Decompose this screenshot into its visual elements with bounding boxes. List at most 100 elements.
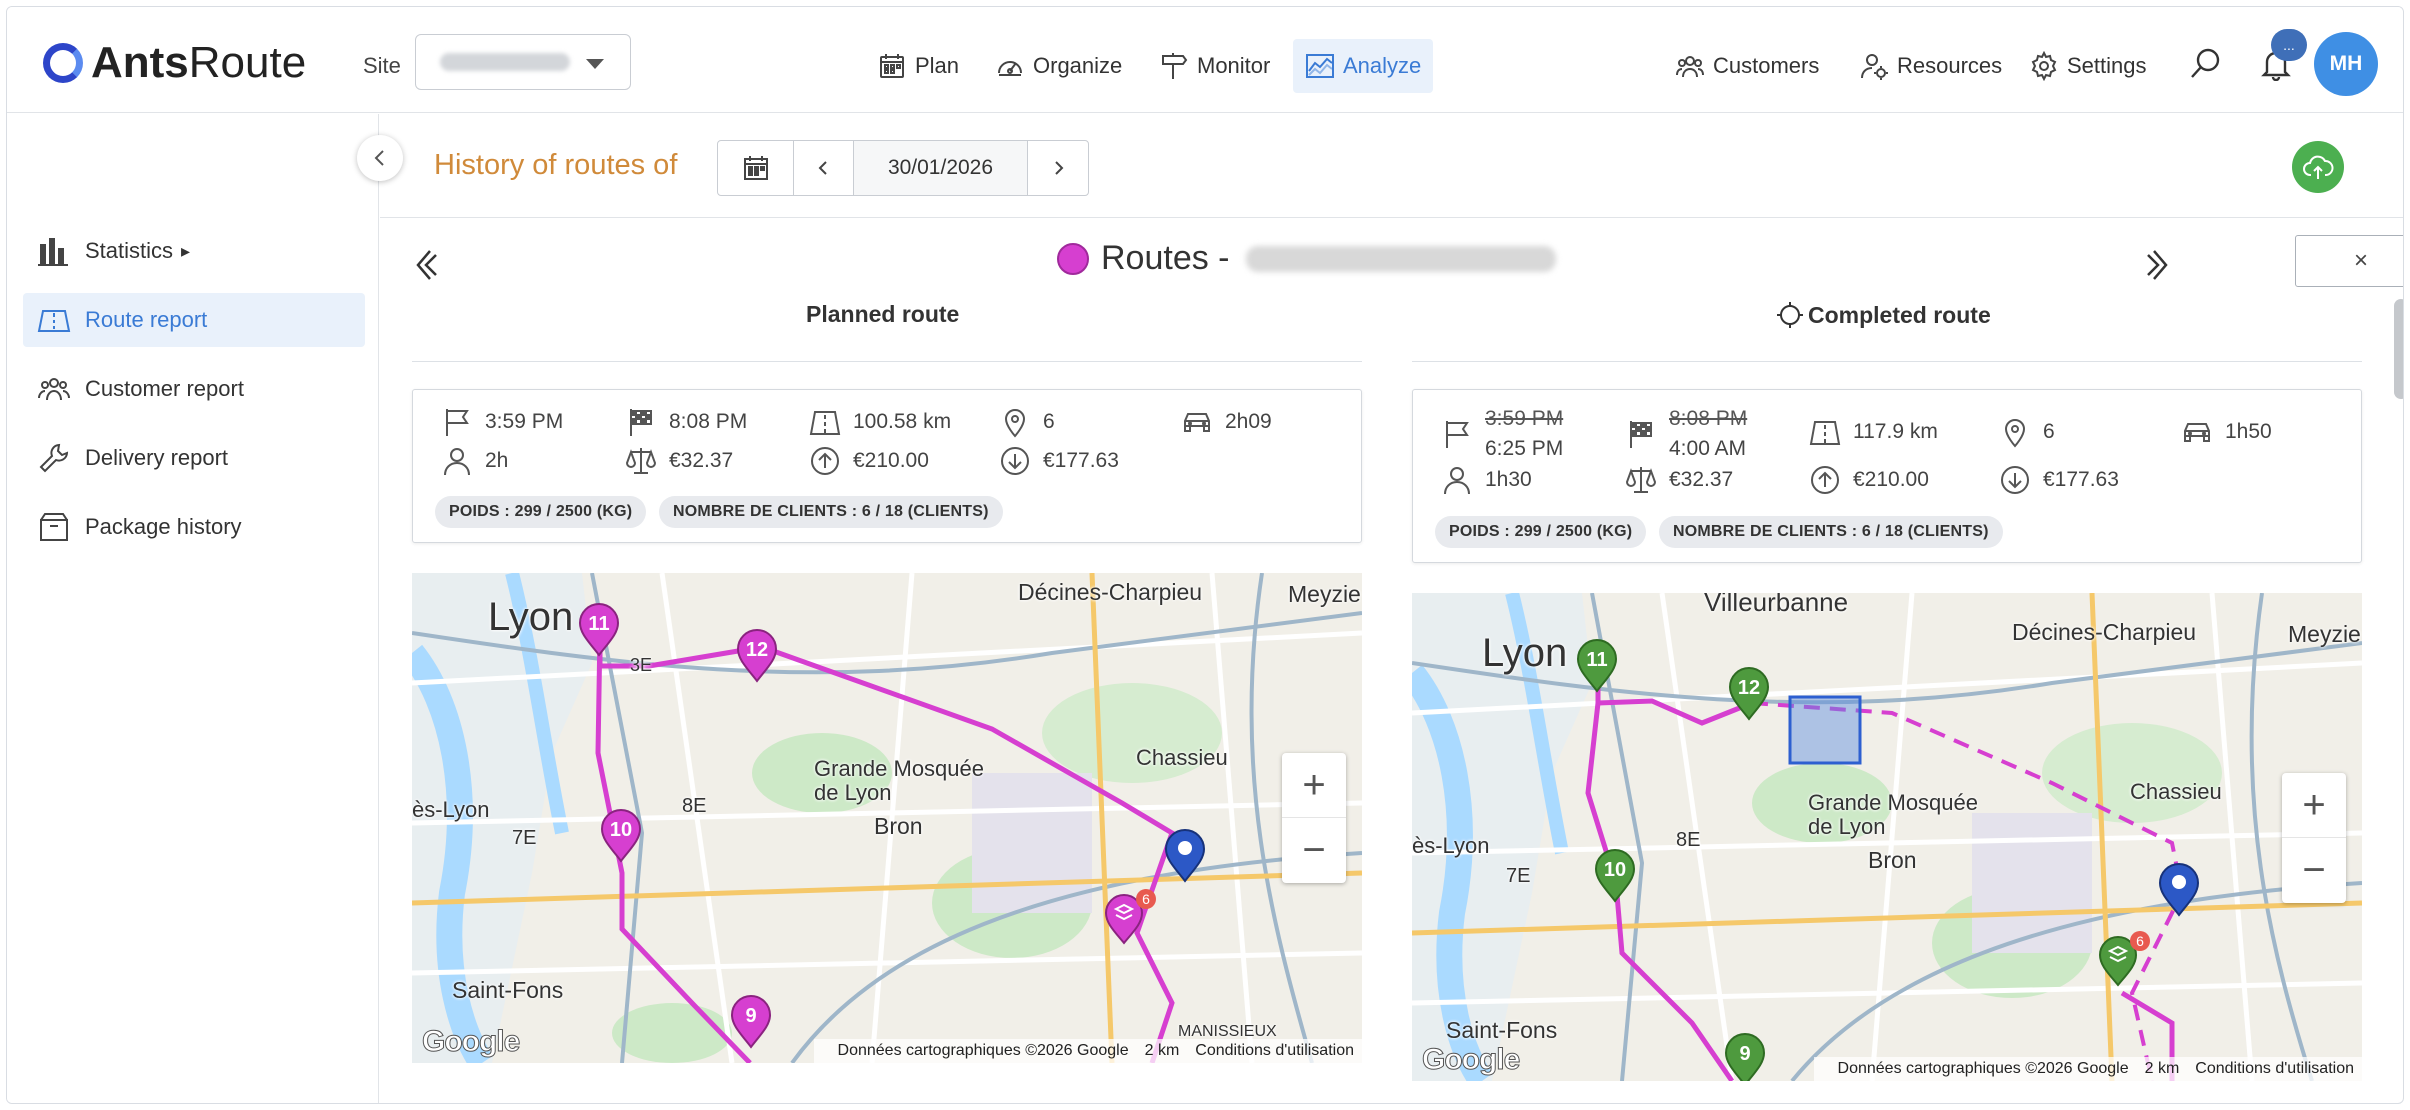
- nav-plan[interactable]: Plan: [865, 39, 971, 93]
- nav-monitor[interactable]: Monitor: [1147, 39, 1282, 93]
- cluster-marker-icon[interactable]: 6: [1104, 887, 1158, 947]
- route-stop-marker[interactable]: 10: [600, 809, 642, 863]
- site-select[interactable]: [415, 34, 631, 90]
- user-avatar[interactable]: MH: [2314, 32, 2378, 96]
- map-label-8e: 8E: [1676, 829, 1701, 851]
- completed-stops: 6: [2043, 420, 2055, 443]
- planned-distance: 100.58 km: [853, 410, 952, 433]
- completed-stops-stat: 6: [1999, 416, 2055, 448]
- map-terms-link[interactable]: Conditions d'utilisation: [1195, 1042, 1354, 1060]
- map-label-meyzieu: Meyzie: [1288, 581, 1361, 607]
- zoom-out-button[interactable]: −: [1282, 818, 1346, 883]
- stop-number: 9: [745, 1005, 756, 1027]
- completed-divider: [1412, 361, 2362, 362]
- driver-icon: [1444, 467, 1470, 495]
- next-day-button[interactable]: [1028, 141, 1088, 195]
- nav-organize[interactable]: Organize: [983, 39, 1134, 93]
- planned-stops-stat: 6: [999, 406, 1055, 438]
- zoom-out-button[interactable]: −: [2282, 838, 2346, 903]
- next-route-icon[interactable]: [2136, 245, 2176, 285]
- planned-duration: 2h: [485, 449, 509, 472]
- depot-marker-icon[interactable]: [2158, 863, 2200, 917]
- completed-stop-marker[interactable]: 10: [1594, 849, 1636, 903]
- sidebar-item-statistics[interactable]: Statistics ▸: [23, 224, 365, 278]
- nav-organize-label: Organize: [1033, 53, 1123, 78]
- stop-number: 10: [1604, 859, 1626, 881]
- antsroute-logo[interactable]: AntsRoute: [43, 35, 306, 91]
- completed-end-planned: 8:08 PM: [1669, 407, 1748, 430]
- export-button[interactable]: [2292, 141, 2344, 193]
- calendar-button[interactable]: [718, 141, 794, 195]
- planned-stops: 6: [1043, 410, 1055, 433]
- completed-duration-stat: 1h30: [1441, 464, 1532, 496]
- sidebar-item-route-report[interactable]: Route report: [23, 293, 365, 347]
- completed-stop-marker[interactable]: 9: [1724, 1033, 1766, 1081]
- sidebar-item-delivery-report[interactable]: Delivery report: [23, 431, 365, 485]
- completed-route-map[interactable]: Lyon Villeurbanne Décines-Charpieu Meyzi…: [1412, 593, 2362, 1081]
- route-stop-marker[interactable]: 9: [730, 995, 772, 1049]
- map-label-chassieu: Chassieu: [2130, 779, 2222, 804]
- planned-start-time: 3:59 PM: [485, 410, 564, 433]
- map-pin-icon: [2004, 419, 2026, 448]
- map-label-3e: 3E: [630, 655, 653, 675]
- scale-icon: [625, 448, 657, 474]
- depot-marker-icon[interactable]: [1164, 829, 1206, 883]
- route-stop-marker[interactable]: 11: [578, 603, 620, 657]
- completed-clients-chip: NOMBRE DE CLIENTS : 6 / 18 (CLIENTS): [1659, 516, 2003, 548]
- completed-route-summary-card: 3:59 PM 6:25 PM 8:08 PM 4:00 AM 117.9 km 6…: [1412, 389, 2362, 563]
- planned-route-map[interactable]: Lyon Décines-Charpieu Meyzie Chassieu Br…: [412, 573, 1362, 1063]
- nav-resources[interactable]: Resources: [1847, 39, 2014, 93]
- zoom-in-button[interactable]: +: [2282, 773, 2346, 838]
- history-title: History of routes of: [434, 149, 678, 181]
- chart-line-icon: [1306, 54, 1334, 78]
- map-label-venissieux: ès-Lyon: [1412, 833, 1490, 858]
- checkered-flag-icon: [630, 409, 652, 436]
- map-scale: 2 km: [1144, 1042, 1180, 1059]
- map-terms-link[interactable]: Conditions d'utilisation: [2195, 1060, 2354, 1078]
- date-value[interactable]: 30/01/2026: [854, 141, 1028, 195]
- scale-icon: [1625, 467, 1657, 493]
- map-label-bron: Bron: [1868, 847, 1917, 873]
- completed-distance-stat: 117.9 km: [1809, 416, 1938, 448]
- map-label-saint-fons: Saint-Fons: [452, 977, 564, 1003]
- completed-stop-marker[interactable]: 11: [1576, 639, 1618, 693]
- cluster-marker-icon[interactable]: 6: [2098, 929, 2152, 989]
- nav-analyze[interactable]: Analyze: [1293, 39, 1434, 93]
- stop-number: 11: [588, 613, 609, 635]
- previous-day-button[interactable]: [794, 141, 854, 195]
- sidebar-item-package-history[interactable]: Package history: [23, 500, 365, 554]
- site-value-redacted: [440, 53, 570, 71]
- close-button[interactable]: ×: [2295, 235, 2403, 287]
- map-label-meyzieu: Meyzie: [2288, 621, 2361, 647]
- arrow-down-circle-icon: [1001, 447, 1029, 475]
- planned-drive-stat: 2h09: [1181, 406, 1272, 438]
- zoom-in-button[interactable]: +: [1282, 753, 1346, 818]
- planned-revenue-stat: €210.00: [809, 445, 929, 477]
- car-icon: [1184, 413, 1210, 432]
- content-scrollbar[interactable]: [2394, 299, 2403, 399]
- completed-cost-stat: €32.37: [1625, 464, 1733, 496]
- cluster-count: 6: [1142, 891, 1150, 907]
- routes-title-prefix: Routes -: [1101, 239, 1230, 277]
- search-icon[interactable]: [2188, 47, 2222, 81]
- map-attribution: Données cartographiques ©2026 Google 2 k…: [813, 1039, 1362, 1063]
- arrow-up-circle-icon: [1811, 466, 1839, 494]
- completed-route-title-wrap: Completed route: [1776, 301, 1991, 329]
- map-label-decines: Décines-Charpieu: [1018, 579, 1203, 605]
- completed-stop-marker[interactable]: 12: [1728, 667, 1770, 721]
- completed-drive-time: 1h50: [2225, 420, 2272, 443]
- previous-route-icon[interactable]: [408, 245, 448, 285]
- nav-customers[interactable]: Customers: [1663, 39, 1831, 93]
- route-report-panel: Routes - × Planned route 3:59 PM 8:08 PM…: [380, 219, 2403, 1103]
- route-stop-marker[interactable]: 12: [736, 629, 778, 683]
- map-label-mosque: Grande Mosquée de Lyon: [814, 756, 984, 805]
- flag-icon: [1446, 421, 1469, 448]
- package-icon: [40, 513, 68, 541]
- nav-settings[interactable]: Settings: [2017, 39, 2159, 93]
- route-color-dot: [1057, 242, 1089, 275]
- planned-margin-stat: €177.63: [999, 445, 1119, 477]
- gauge-icon: [998, 61, 1022, 76]
- sidebar-item-customer-report[interactable]: Customer report: [23, 362, 365, 416]
- stop-number: 10: [610, 819, 632, 841]
- statistics-expand-arrow: ▸: [181, 240, 191, 261]
